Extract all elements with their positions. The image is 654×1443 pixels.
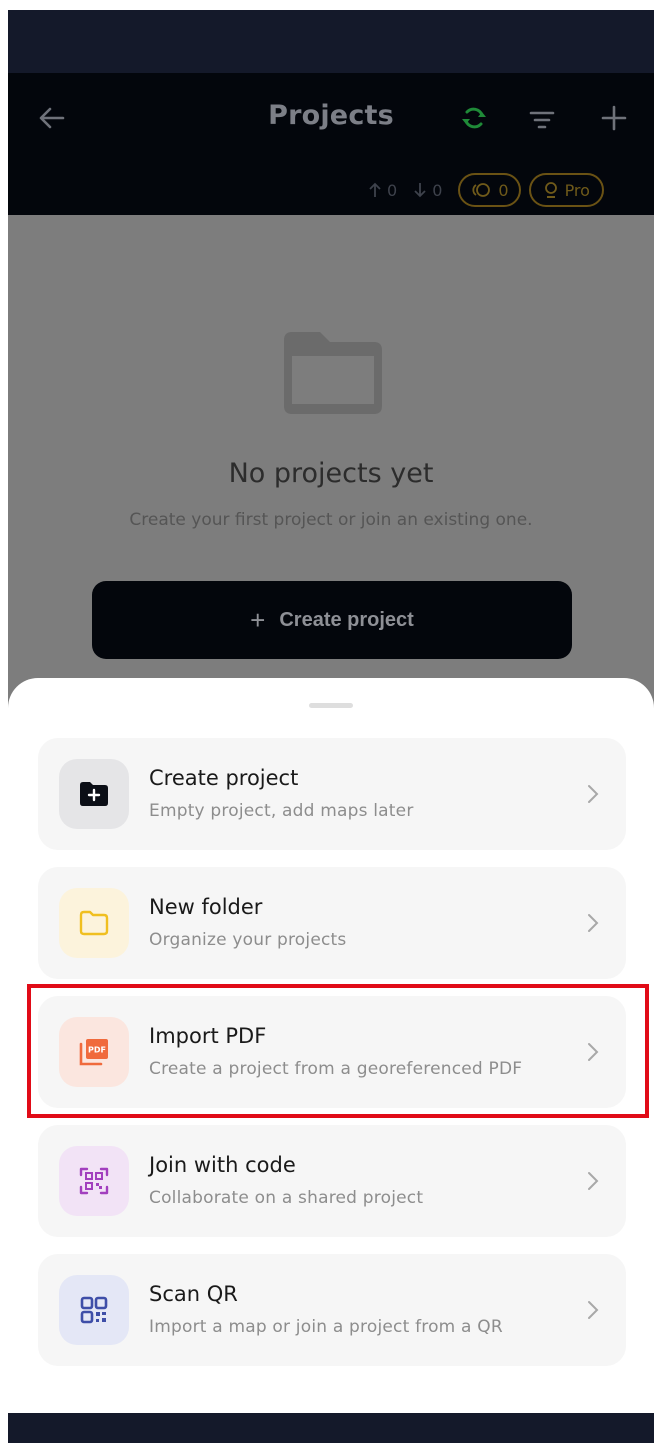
icon-tile <box>59 888 129 958</box>
option-title: Join with code <box>149 1153 296 1177</box>
option-title: New folder <box>149 895 263 919</box>
sheet-drag-handle[interactable] <box>309 703 353 708</box>
sync-button[interactable] <box>456 100 492 136</box>
award-icon <box>544 182 557 198</box>
icon-tile <box>59 1146 129 1216</box>
folder-icon <box>79 910 109 936</box>
filter-button[interactable] <box>524 102 560 138</box>
app-screen: Projects 0 0 0 Pro No projects yet Creat… <box>8 10 654 1443</box>
option-create-project[interactable]: Create project Empty project, add maps l… <box>38 738 626 850</box>
download-count: 0 <box>432 180 443 200</box>
pro-label: Pro <box>564 180 590 200</box>
code-scan-icon <box>79 1167 109 1195</box>
folder-plus-icon <box>80 782 108 806</box>
qr-code-icon <box>80 1296 108 1324</box>
sync-icon <box>462 107 486 129</box>
option-scan-qr[interactable]: Scan QR Import a map or join a project f… <box>38 1254 626 1366</box>
sync-counters: 0 0 0 Pro <box>368 172 604 208</box>
option-join-with-code[interactable]: Join with code Collaborate on a shared p… <box>38 1125 626 1237</box>
option-new-folder[interactable]: New folder Organize your projects <box>38 867 626 979</box>
navigation-bar <box>8 1413 654 1443</box>
status-bar <box>8 10 654 73</box>
chevron-right-icon <box>588 1172 599 1190</box>
arrow-up-icon <box>369 182 381 197</box>
upload-counter: 0 <box>368 181 397 200</box>
highlight-box <box>27 984 649 1118</box>
arrow-down-icon <box>414 183 426 198</box>
create-project-label: Create project <box>279 608 414 631</box>
chevron-right-icon <box>588 1301 599 1319</box>
option-subtitle: Collaborate on a shared project <box>149 1188 424 1208</box>
chevron-right-icon <box>588 914 599 932</box>
option-title: Create project <box>149 766 299 790</box>
add-button[interactable] <box>596 100 632 136</box>
option-subtitle: Organize your projects <box>149 930 347 950</box>
chevron-right-icon <box>588 785 599 803</box>
plus-icon: + <box>250 604 266 635</box>
empty-state-subtitle: Create your first project or join an exi… <box>129 510 533 530</box>
empty-folder-icon <box>284 332 382 414</box>
upload-count: 0 <box>387 180 398 200</box>
create-project-button[interactable]: + Create project <box>92 581 572 659</box>
filter-icon <box>529 111 555 129</box>
coins-icon <box>472 183 491 197</box>
download-counter: 0 <box>413 181 442 200</box>
empty-state-title: No projects yet <box>228 458 434 489</box>
option-title: Scan QR <box>149 1282 238 1306</box>
option-subtitle: Import a map or join a project from a QR <box>149 1317 503 1337</box>
coins-badge[interactable]: 0 <box>458 173 521 207</box>
coins-count: 0 <box>498 180 509 200</box>
icon-tile <box>59 759 129 829</box>
plus-icon <box>601 105 627 131</box>
pro-badge[interactable]: Pro <box>528 173 604 207</box>
option-subtitle: Empty project, add maps later <box>149 801 414 821</box>
icon-tile <box>59 1275 129 1345</box>
